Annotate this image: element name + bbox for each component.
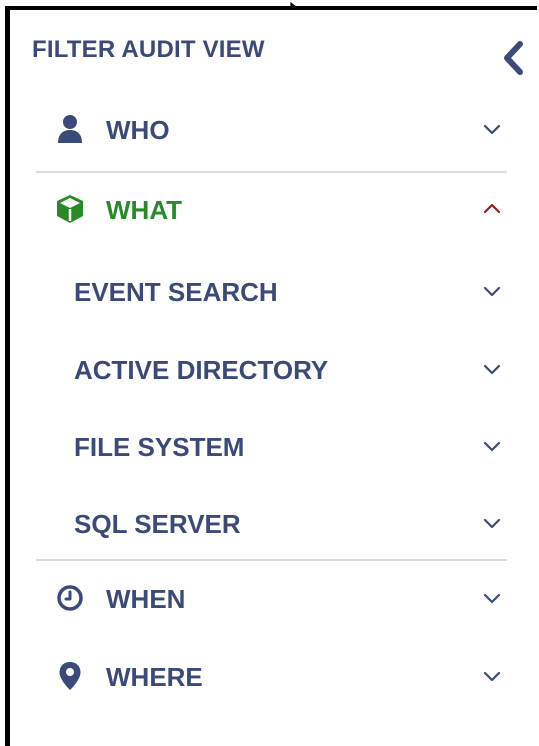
panel-title: FILTER AUDIT VIEW (32, 36, 265, 63)
section-what[interactable]: WHAT (10, 184, 537, 234)
chevron-down-icon (483, 124, 501, 135)
section-who[interactable]: WHO (10, 104, 537, 154)
section-when-label: WHEN (106, 584, 186, 614)
user-icon (54, 112, 86, 146)
subsection-active-directory[interactable]: ACTIVE DIRECTORY (10, 346, 537, 390)
subsection-label: FILE SYSTEM (74, 432, 245, 462)
panel-header: FILTER AUDIT VIEW (10, 10, 537, 96)
chevron-down-icon (483, 441, 501, 452)
subsection-event-search[interactable]: EVENT SEARCH (10, 268, 537, 312)
subsection-label: EVENT SEARCH (74, 277, 278, 307)
chevron-down-icon (483, 286, 501, 297)
clock-icon (54, 581, 86, 615)
subsection-label: SQL SERVER (74, 509, 241, 539)
section-where[interactable]: WHERE (10, 651, 537, 701)
chevron-down-icon (483, 518, 501, 529)
chevron-left-icon[interactable] (500, 40, 526, 76)
location-pin-icon (54, 659, 86, 693)
chevron-down-icon (483, 593, 501, 604)
chevron-down-icon (483, 671, 501, 682)
divider (36, 171, 507, 173)
subsection-file-system[interactable]: FILE SYSTEM (10, 423, 537, 467)
chevron-down-icon (483, 364, 501, 375)
subsection-sql-server[interactable]: SQL SERVER (10, 500, 537, 544)
subsection-label: ACTIVE DIRECTORY (74, 355, 329, 385)
section-where-label: WHERE (106, 662, 203, 692)
section-when[interactable]: WHEN (10, 573, 537, 623)
cube-icon (54, 192, 86, 226)
filter-audit-panel: FILTER AUDIT VIEW WHO WHAT EVENT SEARCH … (5, 6, 537, 746)
section-what-label: WHAT (106, 195, 183, 225)
divider (36, 559, 507, 561)
section-who-label: WHO (106, 115, 170, 145)
chevron-up-icon (483, 203, 501, 214)
